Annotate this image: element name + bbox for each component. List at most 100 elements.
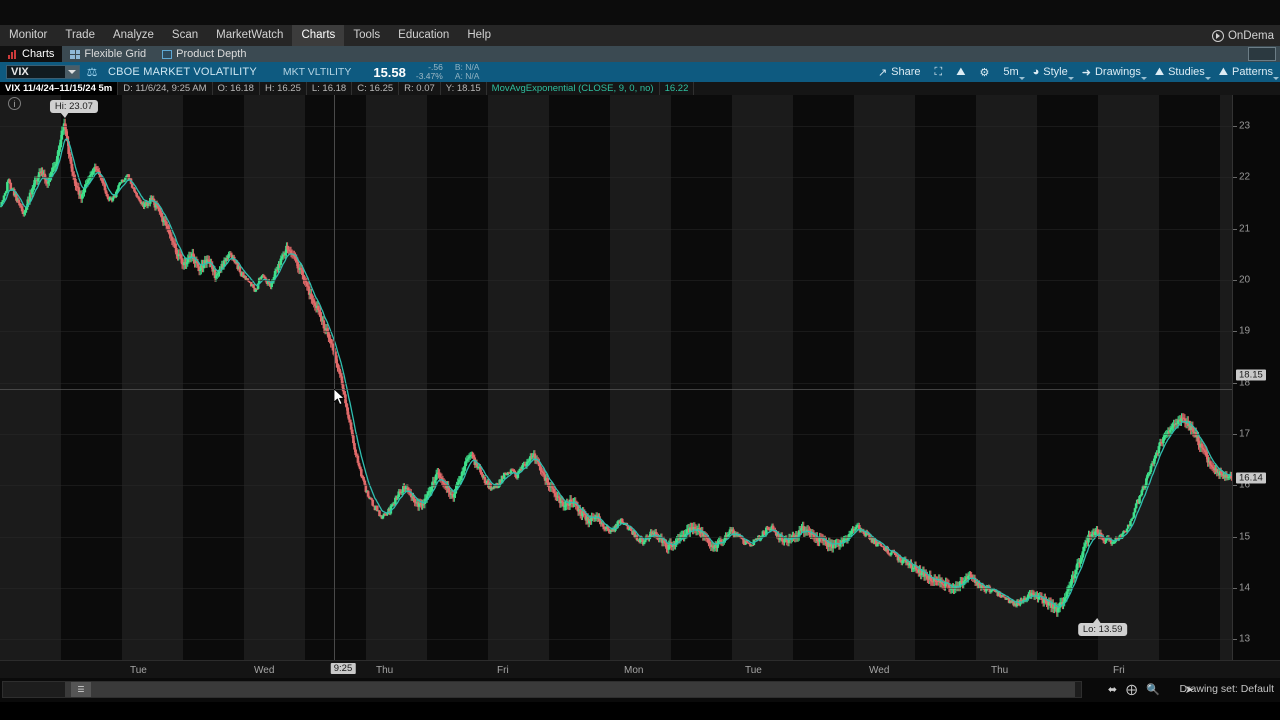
price-tick-mark [1233, 434, 1237, 435]
drawings-label: Drawings [1094, 66, 1141, 78]
crosshair-vertical [334, 95, 335, 660]
symbol-dropdown-icon[interactable] [65, 66, 79, 78]
high-callout: Hi: 23.07 [49, 100, 98, 119]
symbol-text: VIX [11, 66, 29, 78]
share-label: Share [891, 66, 921, 78]
patterns-button[interactable]: ⛰ Patterns [1212, 62, 1280, 82]
crosshair-icon[interactable]: ⨁ [1126, 683, 1137, 696]
symbol-detail-icon[interactable]: ⚖ [84, 65, 100, 79]
scrollbar-thumb[interactable] [65, 682, 1075, 697]
chart-subtab-bar: Charts Flexible Grid Product Depth [0, 46, 1280, 62]
symbol-description: CBOE MARKET VOLATILITY [108, 66, 257, 78]
chevron-down-icon [1140, 77, 1147, 80]
subtab-label: Flexible Grid [84, 48, 147, 60]
bottom-filler [0, 702, 1280, 720]
pattern-icon: ⛰ [1218, 65, 1229, 78]
ondemand-label: OnDema [1227, 29, 1274, 42]
time-tick-label: Fri [497, 665, 509, 676]
subtab-label: Product Depth [176, 48, 247, 60]
price-axis[interactable]: 23 22 21 20 19 18 17 16 15 14 13 18.15 16.14 [1232, 95, 1280, 660]
chevron-down-icon [1067, 77, 1074, 80]
price-tick-mark [1233, 279, 1237, 281]
price-tick-label: 23 [1239, 120, 1251, 132]
price-tick-mark [1233, 177, 1237, 179]
menu-item-tools[interactable]: Tools [344, 25, 389, 46]
chart-info-bar: VIX 11/4/24–11/15/24 5m D: 11/6/24, 9:25 … [0, 82, 1280, 95]
ohlc-field: D: 11/6/24, 9:25 AM [118, 82, 213, 95]
time-tick-label: Wed [254, 665, 275, 676]
price-tick-mark [1233, 588, 1237, 590]
price-tick-mark [1233, 125, 1237, 127]
ondemand-icon [1211, 29, 1224, 42]
price-tick-mark [1233, 228, 1237, 230]
price-tick-label: 14 [1239, 582, 1251, 594]
chart-info-icon[interactable]: i [8, 97, 21, 110]
thinkorswim-charts-window: Monitor Trade Analyze Scan MarketWatch Charts… [0, 0, 1280, 720]
price-change: -.56 -3.47% [416, 63, 443, 81]
bar-chart-icon [8, 49, 18, 59]
chart-area[interactable]: Hi: 23.07Lo: 13.59 i ↗ 23222120191817161… [0, 95, 1280, 660]
prev-close-marker: 18.15 [1236, 369, 1266, 381]
menu-item-scan[interactable]: Scan [163, 25, 207, 46]
crosshair-time-badge: 9:25 [330, 663, 356, 674]
ohlc-field: C: 16.25 [352, 82, 400, 95]
price-tick-label: 20 [1239, 274, 1251, 286]
alert-button[interactable]: ⛰ [949, 62, 972, 82]
pan-icon[interactable]: ⬌ [1108, 683, 1117, 696]
menu-item-education[interactable]: Education [389, 25, 458, 46]
change-pct: -3.47% [415, 71, 443, 81]
study-name[interactable]: MovAvgExponential (CLOSE, 9, 0, no) [487, 82, 660, 95]
grid-line-horizontal [0, 588, 1232, 590]
layout-toggle-button[interactable] [1248, 47, 1276, 61]
menu-item-charts[interactable]: Charts [292, 25, 345, 46]
price-tick-mark [1233, 331, 1237, 333]
menu-item-help[interactable]: Help [458, 25, 500, 46]
subtab-label: Charts [22, 48, 55, 60]
grid-line-horizontal [0, 485, 1232, 487]
menu-item-analyze[interactable]: Analyze [104, 25, 163, 46]
timeframe-label: 5m [1003, 66, 1019, 78]
zoom-icon[interactable]: 🔍 [1146, 683, 1160, 696]
camera-icon: ⛶ [934, 65, 943, 78]
menu-item-trade[interactable]: Trade [56, 25, 104, 46]
time-tick-label: Mon [624, 665, 644, 676]
ohlc-field: Y: 18.15 [441, 82, 487, 95]
chart-scrollbar[interactable]: ☰ [2, 681, 1082, 698]
time-axis[interactable]: Tue Wed Thu Fri Mon Tue Wed Thu Fri 9:25 [0, 660, 1280, 678]
price-tick-label: 19 [1239, 325, 1251, 337]
flask-icon: ⛰ [1154, 65, 1165, 78]
price-series [0, 118, 1232, 617]
subtab-product-depth[interactable]: Product Depth [154, 46, 254, 62]
price-plot[interactable]: Hi: 23.07 Lo: 13.59 [0, 95, 1232, 660]
style-icon: ◕ [1032, 66, 1040, 78]
timeframe-button[interactable]: 5m [996, 62, 1025, 82]
studies-button[interactable]: ⛰ Studies [1148, 62, 1212, 82]
ohlc-field: O: 16.18 [213, 82, 260, 95]
snapshot-button[interactable]: ⛶ [928, 62, 950, 82]
time-tick-label: Thu [991, 665, 1009, 676]
ondemand-button[interactable]: OnDema [1211, 25, 1278, 46]
style-button[interactable]: ◕ Style [1026, 62, 1075, 82]
share-button[interactable]: ↗ Share [871, 62, 928, 82]
subtab-flexible-grid[interactable]: Flexible Grid [62, 46, 154, 62]
chevron-down-icon [1018, 77, 1025, 80]
menu-item-marketwatch[interactable]: MarketWatch [207, 25, 292, 46]
menu-item-monitor[interactable]: Monitor [0, 25, 56, 46]
time-tick-label: Fri [1113, 665, 1125, 676]
scrollbar-grip[interactable]: ☰ [71, 682, 91, 697]
ohlc-field: R: 0.07 [399, 82, 441, 95]
drawings-button[interactable]: ➜ Drawings [1075, 62, 1148, 82]
subtab-charts[interactable]: Charts [0, 46, 63, 62]
symbol-input[interactable]: VIX [6, 65, 80, 79]
alert-icon: ⛰ [956, 65, 966, 78]
settings-button[interactable]: ⚙ [972, 62, 996, 82]
mouse-cursor [333, 388, 348, 410]
time-tick-label: Tue [745, 665, 762, 676]
chart-toolbar: ↗ Share ⛶ ⛰ ⚙ 5m ◕ Style ➜ Drawings ⛰ St… [871, 62, 1280, 82]
depth-icon [162, 49, 173, 59]
style-label: Style [1043, 66, 1068, 78]
price-tick-mark [1233, 639, 1237, 641]
grid-line-horizontal [0, 125, 1232, 127]
grid-line-horizontal [0, 228, 1232, 230]
share-icon: ↗ [877, 66, 888, 79]
